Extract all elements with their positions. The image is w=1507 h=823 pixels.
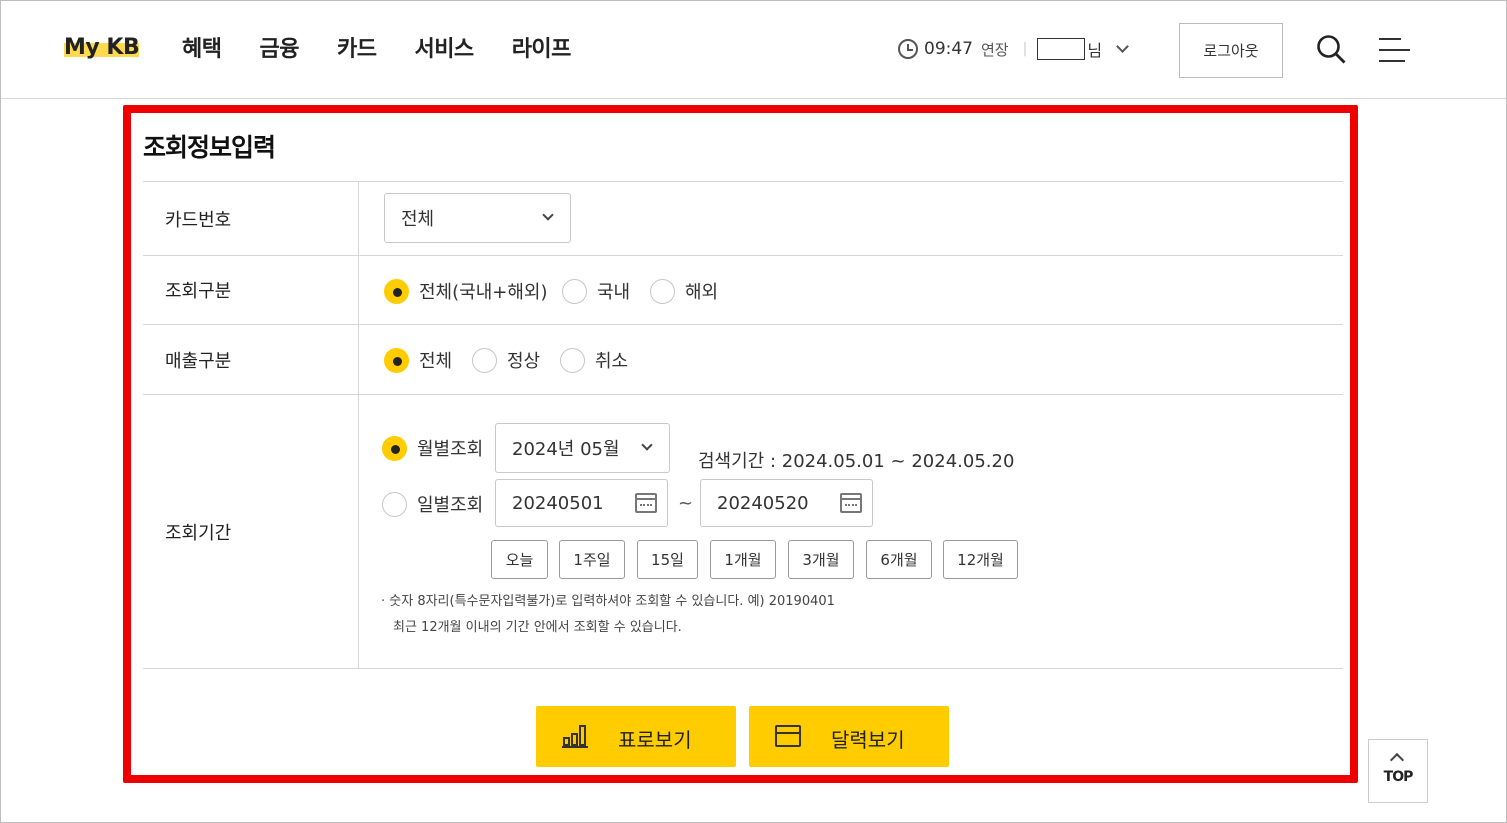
- logo[interactable]: My KB: [64, 35, 140, 60]
- calendar-view-label: 달력보기: [831, 728, 905, 752]
- period-label: 조회기간: [143, 395, 359, 668]
- radio-unchecked: [562, 278, 587, 304]
- extend-session-button[interactable]: 연장: [981, 39, 1009, 60]
- card-number-value: 전체: [401, 209, 435, 230]
- radio-label: 취소: [595, 351, 629, 372]
- quick-1month-button[interactable]: 1개월: [710, 540, 776, 579]
- table-view-button[interactable]: 표로보기: [536, 706, 736, 767]
- radio-sales-normal[interactable]: 정상: [472, 347, 540, 373]
- site-header: My KB 혜택 금융 카드 서비스 라이프 09:47 연장 | 님 로그아웃: [1, 1, 1506, 99]
- chevron-down-icon: [542, 209, 554, 221]
- calendar-view-button[interactable]: 달력보기: [749, 706, 949, 767]
- bar-chart-icon: [562, 725, 588, 748]
- radio-label: 국내: [597, 282, 631, 303]
- radio-unchecked: [382, 491, 407, 517]
- radio-label: 전체: [419, 351, 453, 372]
- quick-12months-button[interactable]: 12개월: [943, 540, 1018, 579]
- top-label: TOP: [1383, 769, 1414, 785]
- radio-label: 전체(국내+해외): [419, 282, 548, 303]
- start-date-input[interactable]: 20240501: [495, 479, 668, 527]
- form-title: 조회정보입력: [143, 133, 276, 162]
- nav-service[interactable]: 서비스: [414, 31, 474, 63]
- radio-unchecked: [650, 278, 675, 304]
- logo-text: My KB: [64, 35, 140, 60]
- calendar-icon: [775, 725, 801, 747]
- radio-inquiry-all[interactable]: 전체(국내+해외): [384, 278, 548, 304]
- radio-inquiry-overseas[interactable]: 해외: [650, 278, 718, 304]
- radio-label: 정상: [507, 351, 541, 372]
- nav-benefits[interactable]: 혜택: [182, 31, 222, 63]
- row-sales-type: 매출구분 전체 정상 취소: [143, 325, 1343, 395]
- end-date-value: 20240520: [717, 492, 809, 514]
- radio-label: 월별조회: [417, 439, 484, 460]
- radio-sales-cancel[interactable]: 취소: [560, 347, 628, 373]
- row-card-number: 카드번호 전체: [143, 182, 1343, 256]
- input-note-1: · 숫자 8자리(특수문자입력불가)로 입력하셔야 조회할 수 있습니다. 예)…: [381, 594, 835, 609]
- quick-6months-button[interactable]: 6개월: [866, 540, 932, 579]
- nav-life[interactable]: 라이프: [512, 31, 572, 63]
- radio-unchecked: [560, 347, 585, 373]
- radio-checked: [384, 347, 409, 373]
- end-date-input[interactable]: 20240520: [700, 479, 873, 527]
- calendar-icon[interactable]: [840, 493, 862, 513]
- user-suffix: 님: [1087, 41, 1103, 60]
- radio-checked: [384, 278, 409, 304]
- search-icon[interactable]: [1316, 34, 1346, 64]
- nav-card[interactable]: 카드: [337, 31, 377, 63]
- radio-monthly[interactable]: 월별조회: [382, 435, 483, 461]
- row-period: 조회기간 월별조회 2024년 05월 검색기간 : 2024.05.01 ~ …: [143, 395, 1343, 669]
- user-name-masked: [1037, 38, 1086, 60]
- quick-15days-button[interactable]: 15일: [637, 540, 698, 579]
- quick-today-button[interactable]: 오늘: [491, 540, 548, 579]
- inquiry-table: 카드번호 전체 조회구분 전체(국내+해외) 국내 해외 매출구분 전체 정상 …: [143, 181, 1343, 669]
- quick-3months-button[interactable]: 3개월: [788, 540, 854, 579]
- radio-label: 해외: [685, 282, 719, 303]
- card-number-label: 카드번호: [143, 182, 359, 255]
- logout-button[interactable]: 로그아웃: [1179, 23, 1283, 78]
- session-info: 09:47 연장 | 님: [898, 35, 1129, 63]
- input-note-2: 최근 12개월 이내의 기간 안에서 조회할 수 있습니다.: [393, 620, 682, 635]
- main-nav: 혜택 금융 카드 서비스 라이프: [182, 31, 571, 63]
- session-time: 09:47: [924, 39, 973, 59]
- chevron-down-icon[interactable]: [1116, 40, 1129, 53]
- radio-checked: [382, 435, 407, 461]
- quick-1week-button[interactable]: 1주일: [559, 540, 625, 579]
- radio-label: 일별조회: [417, 495, 484, 516]
- scroll-top-button[interactable]: TOP: [1368, 739, 1428, 803]
- month-value: 2024년 05월: [512, 439, 620, 460]
- search-range-text: 검색기간 : 2024.05.01 ~ 2024.05.20: [698, 451, 1015, 472]
- arrow-up-icon: [1389, 752, 1405, 768]
- date-range-separator: ~: [678, 493, 694, 514]
- month-select[interactable]: 2024년 05월: [495, 423, 670, 473]
- radio-daily[interactable]: 일별조회: [382, 491, 483, 517]
- divider: |: [1022, 41, 1028, 57]
- radio-inquiry-domestic[interactable]: 국내: [562, 278, 630, 304]
- start-date-value: 20240501: [512, 492, 604, 514]
- inquiry-type-label: 조회구분: [143, 256, 359, 324]
- sales-type-label: 매출구분: [143, 325, 359, 394]
- clock-icon: [898, 39, 918, 59]
- menu-icon[interactable]: [1379, 37, 1410, 63]
- nav-finance[interactable]: 금융: [259, 31, 299, 63]
- table-view-label: 표로보기: [618, 728, 692, 752]
- row-inquiry-type: 조회구분 전체(국내+해외) 국내 해외: [143, 256, 1343, 325]
- card-number-select[interactable]: 전체: [384, 193, 571, 243]
- inquiry-form-panel: 조회정보입력 카드번호 전체 조회구분 전체(국내+해외) 국내 해외 매출구분…: [123, 105, 1358, 783]
- calendar-icon[interactable]: [635, 493, 657, 513]
- radio-sales-all[interactable]: 전체: [384, 347, 452, 373]
- radio-unchecked: [472, 347, 497, 373]
- chevron-down-icon: [641, 439, 653, 451]
